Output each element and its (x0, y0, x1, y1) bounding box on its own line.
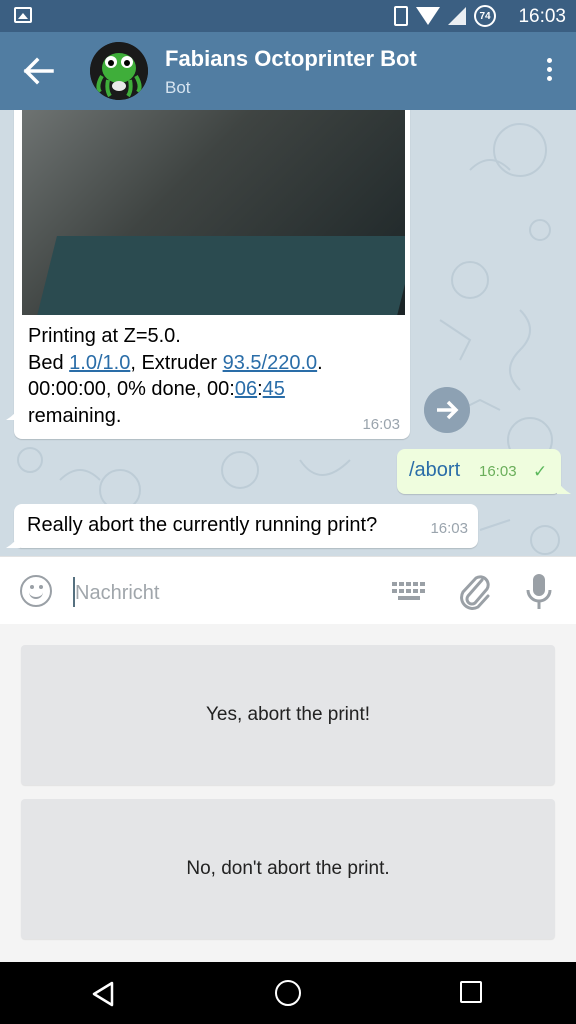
share-icon[interactable] (424, 387, 470, 433)
wifi-icon (416, 7, 440, 25)
chat-subtitle: Bot (165, 78, 191, 97)
keyboard-icon[interactable] (392, 582, 426, 602)
bot-keyboard: Yes, abort the print! No, don't abort th… (0, 624, 576, 962)
message-time: 16:03 (479, 463, 517, 480)
more-vert-icon[interactable] (544, 58, 554, 84)
message-time: 16:03 (430, 520, 468, 537)
nav-recents-icon[interactable] (460, 981, 482, 1003)
link-extruder-temp[interactable]: 93.5/220.0 (223, 352, 318, 374)
gallery-notification-icon (14, 7, 32, 23)
text-bed-prefix: Bed (28, 351, 70, 374)
message-input[interactable] (73, 579, 373, 607)
message-time: 16:03 (362, 416, 400, 433)
chat-header: Fabians Octoprinter Bot Bot (0, 32, 576, 110)
text-extruder-suffix: . (317, 351, 323, 374)
message-bubble-outgoing[interactable]: /abort 16:03 ✓ (397, 449, 561, 494)
bot-avatar[interactable] (90, 42, 148, 100)
message-text: /abort (409, 459, 461, 481)
message-text: Really abort the currently running print… (27, 514, 378, 536)
system-nav-bar (0, 962, 576, 1024)
check-icon: ✓ (533, 462, 548, 481)
bubble-tail (6, 534, 20, 548)
message-input-bar (0, 556, 576, 624)
link-remaining-sec[interactable]: 45 (263, 378, 285, 400)
battery-icon: 74 (474, 5, 496, 27)
link-bed-temp[interactable]: 1.0/1.0 (69, 352, 130, 374)
bubble-tail (557, 480, 571, 494)
emoji-icon[interactable] (20, 575, 52, 607)
nav-back-icon[interactable] (90, 980, 116, 1008)
battery-level: 74 (479, 10, 491, 22)
attach-icon[interactable] (458, 572, 492, 610)
text-progress-prefix: 00:00:00, 0% done, 00: (28, 378, 235, 400)
webcam-photo[interactable] (22, 110, 405, 315)
message-bubble-question[interactable]: Really abort the currently running print… (14, 504, 478, 548)
no-abort-button[interactable]: No, don't abort the print. (21, 799, 555, 939)
status-icons: 74 (394, 5, 496, 27)
chat-title[interactable]: Fabians Octoprinter Bot (165, 46, 417, 72)
message-bubble-photo[interactable]: Printing at Z=5.0. Bed 1.0/1.0, Extruder… (14, 110, 410, 439)
status-time: 16:03 (518, 6, 566, 27)
message-list[interactable]: Printing at Z=5.0. Bed 1.0/1.0, Extruder… (0, 110, 576, 556)
print-bed-image (27, 236, 405, 315)
nav-home-icon[interactable] (275, 980, 301, 1006)
mic-icon[interactable] (526, 572, 552, 612)
octopus-avatar-image (90, 42, 148, 100)
status-bar: 74 16:03 (0, 0, 576, 32)
link-remaining-min[interactable]: 06 (235, 378, 257, 400)
vibrate-icon (394, 6, 408, 26)
cell-signal-icon (448, 7, 466, 25)
text-extruder-prefix: , Extruder (130, 351, 223, 374)
back-arrow-icon[interactable] (22, 56, 56, 86)
yes-abort-button[interactable]: Yes, abort the print! (21, 645, 555, 785)
text-line: remaining. (28, 404, 122, 427)
message-text: Printing at Z=5.0. Bed 1.0/1.0, Extruder… (28, 323, 398, 429)
bubble-tail (6, 406, 20, 420)
text-line: Printing at Z=5.0. (28, 325, 181, 347)
